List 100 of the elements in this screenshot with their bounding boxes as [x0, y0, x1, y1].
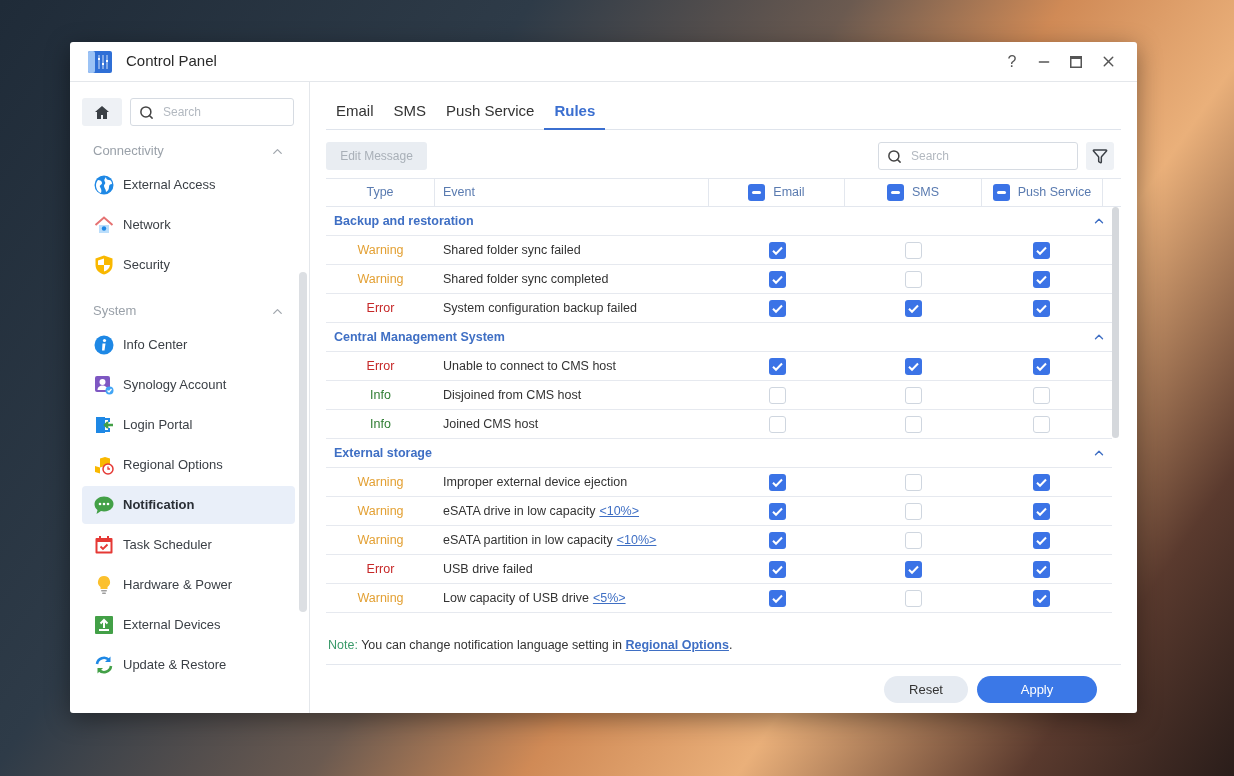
- event-type: Warning: [357, 473, 404, 491]
- checkbox[interactable]: [905, 531, 922, 549]
- checkbox[interactable]: [768, 589, 786, 607]
- event-type: Warning: [357, 270, 404, 288]
- checkbox[interactable]: [905, 502, 922, 520]
- sidebar-item[interactable]: Network: [82, 206, 295, 244]
- sidebar-item[interactable]: Hardware & Power: [82, 566, 295, 604]
- column-header: Email: [773, 184, 805, 202]
- checkbox[interactable]: [768, 357, 786, 375]
- tab[interactable]: Email: [326, 94, 384, 130]
- event-type: Error: [366, 299, 395, 317]
- sidebar-item[interactable]: Notification: [82, 486, 295, 524]
- event-type: Error: [366, 357, 395, 375]
- event-type: Info: [370, 415, 391, 433]
- search-field[interactable]: Search: [130, 98, 294, 126]
- column-header: SMS: [911, 184, 940, 202]
- checkbox[interactable]: [905, 299, 922, 317]
- checkbox[interactable]: [1033, 357, 1050, 375]
- select-all-checkbox[interactable]: [886, 184, 904, 201]
- checkbox[interactable]: [1033, 589, 1050, 607]
- checkbox[interactable]: [905, 473, 922, 491]
- sidebar-item[interactable]: External Access: [82, 166, 295, 204]
- checkbox[interactable]: [1033, 531, 1050, 549]
- checkbox[interactable]: [768, 299, 786, 317]
- column-header: Event: [443, 184, 475, 202]
- help-button[interactable]: ?: [996, 45, 1028, 78]
- event-name: Low capacity of USB drive: [443, 589, 589, 607]
- event-name: eSATA drive in low capacity: [443, 502, 596, 520]
- checkbox[interactable]: [768, 531, 786, 549]
- checkbox[interactable]: [905, 560, 922, 578]
- tab[interactable]: SMS: [383, 94, 437, 130]
- scrollbar[interactable]: [299, 272, 307, 612]
- group-title: Backup and restoration: [334, 212, 474, 230]
- column-header: Type: [366, 184, 394, 202]
- window-title: Control Panel: [126, 51, 217, 72]
- user-badge-icon: [94, 375, 114, 395]
- checkbox[interactable]: [1033, 386, 1050, 404]
- checkbox[interactable]: [905, 241, 922, 259]
- reset-button[interactable]: Reset: [884, 676, 968, 703]
- event-name: System configuration backup failed: [443, 299, 637, 317]
- section-title: Connectivity: [93, 142, 164, 161]
- tab[interactable]: Push Service: [436, 94, 545, 130]
- section-title: System: [93, 302, 137, 321]
- search-field[interactable]: Search: [878, 142, 1078, 170]
- event-type: Warning: [357, 589, 404, 607]
- sidebar-item[interactable]: Synology Account: [82, 366, 295, 404]
- checkbox[interactable]: [1033, 502, 1050, 520]
- filter-button[interactable]: [1086, 142, 1114, 170]
- checkbox[interactable]: [768, 241, 786, 259]
- checkbox[interactable]: [1033, 560, 1050, 578]
- checkbox[interactable]: [905, 415, 922, 433]
- event-type: Warning: [357, 241, 404, 259]
- scrollbar[interactable]: [1112, 207, 1119, 438]
- event-type: Error: [366, 560, 395, 578]
- door-arrow-icon: [94, 415, 114, 435]
- sidebar-item[interactable]: Security: [82, 246, 295, 284]
- group-title: Central Management System: [334, 328, 505, 346]
- info-icon: [94, 335, 114, 355]
- checkbox[interactable]: [768, 473, 786, 491]
- event-name: Shared folder sync failed: [443, 241, 581, 259]
- group-title: External storage: [334, 444, 432, 462]
- checkbox[interactable]: [1033, 299, 1050, 317]
- sidebar-item[interactable]: Task Scheduler: [82, 526, 295, 564]
- sidebar-item[interactable]: Regional Options: [82, 446, 295, 484]
- threshold-link[interactable]: <10%>: [616, 530, 657, 550]
- sidebar-item[interactable]: Info Center: [82, 326, 295, 364]
- checkbox[interactable]: [768, 415, 786, 433]
- select-all-checkbox[interactable]: [748, 184, 766, 201]
- event-name: Unable to connect to CMS host: [443, 357, 616, 375]
- filter-icon: [1092, 148, 1108, 164]
- checkbox[interactable]: [905, 386, 922, 404]
- sidebar-item[interactable]: External Devices: [82, 606, 295, 644]
- column-header: Push Service: [1017, 184, 1092, 202]
- checkbox[interactable]: [905, 270, 922, 288]
- checkbox[interactable]: [1033, 241, 1050, 259]
- shield-icon: [94, 255, 114, 275]
- sidebar-item[interactable]: Login Portal: [82, 406, 295, 444]
- event-name: eSATA partition in low capacity: [443, 531, 613, 549]
- checkbox[interactable]: [1033, 270, 1050, 288]
- checkbox[interactable]: [905, 357, 922, 375]
- event-name: USB drive failed: [443, 560, 533, 578]
- checkbox[interactable]: [768, 386, 786, 404]
- sidebar-item[interactable]: Update & Restore: [82, 646, 295, 684]
- checkbox[interactable]: [768, 560, 786, 578]
- threshold-link[interactable]: <10%>: [599, 501, 639, 521]
- select-all-checkbox[interactable]: [992, 184, 1010, 201]
- checkbox[interactable]: [768, 270, 786, 288]
- tab[interactable]: Rules: [544, 94, 606, 130]
- home-icon: [95, 105, 109, 119]
- checkbox[interactable]: [905, 589, 922, 607]
- event-type: Info: [370, 386, 391, 404]
- event-name: Improper external device ejection: [443, 473, 628, 491]
- regional-options-link[interactable]: Regional Options: [625, 638, 729, 653]
- home-button[interactable]: [82, 98, 122, 126]
- checkbox[interactable]: [1033, 473, 1050, 491]
- apply-button[interactable]: Apply: [977, 676, 1097, 703]
- search-icon: [887, 148, 902, 164]
- checkbox[interactable]: [1033, 415, 1050, 433]
- checkbox[interactable]: [768, 502, 786, 520]
- threshold-link[interactable]: <5%>: [592, 588, 626, 608]
